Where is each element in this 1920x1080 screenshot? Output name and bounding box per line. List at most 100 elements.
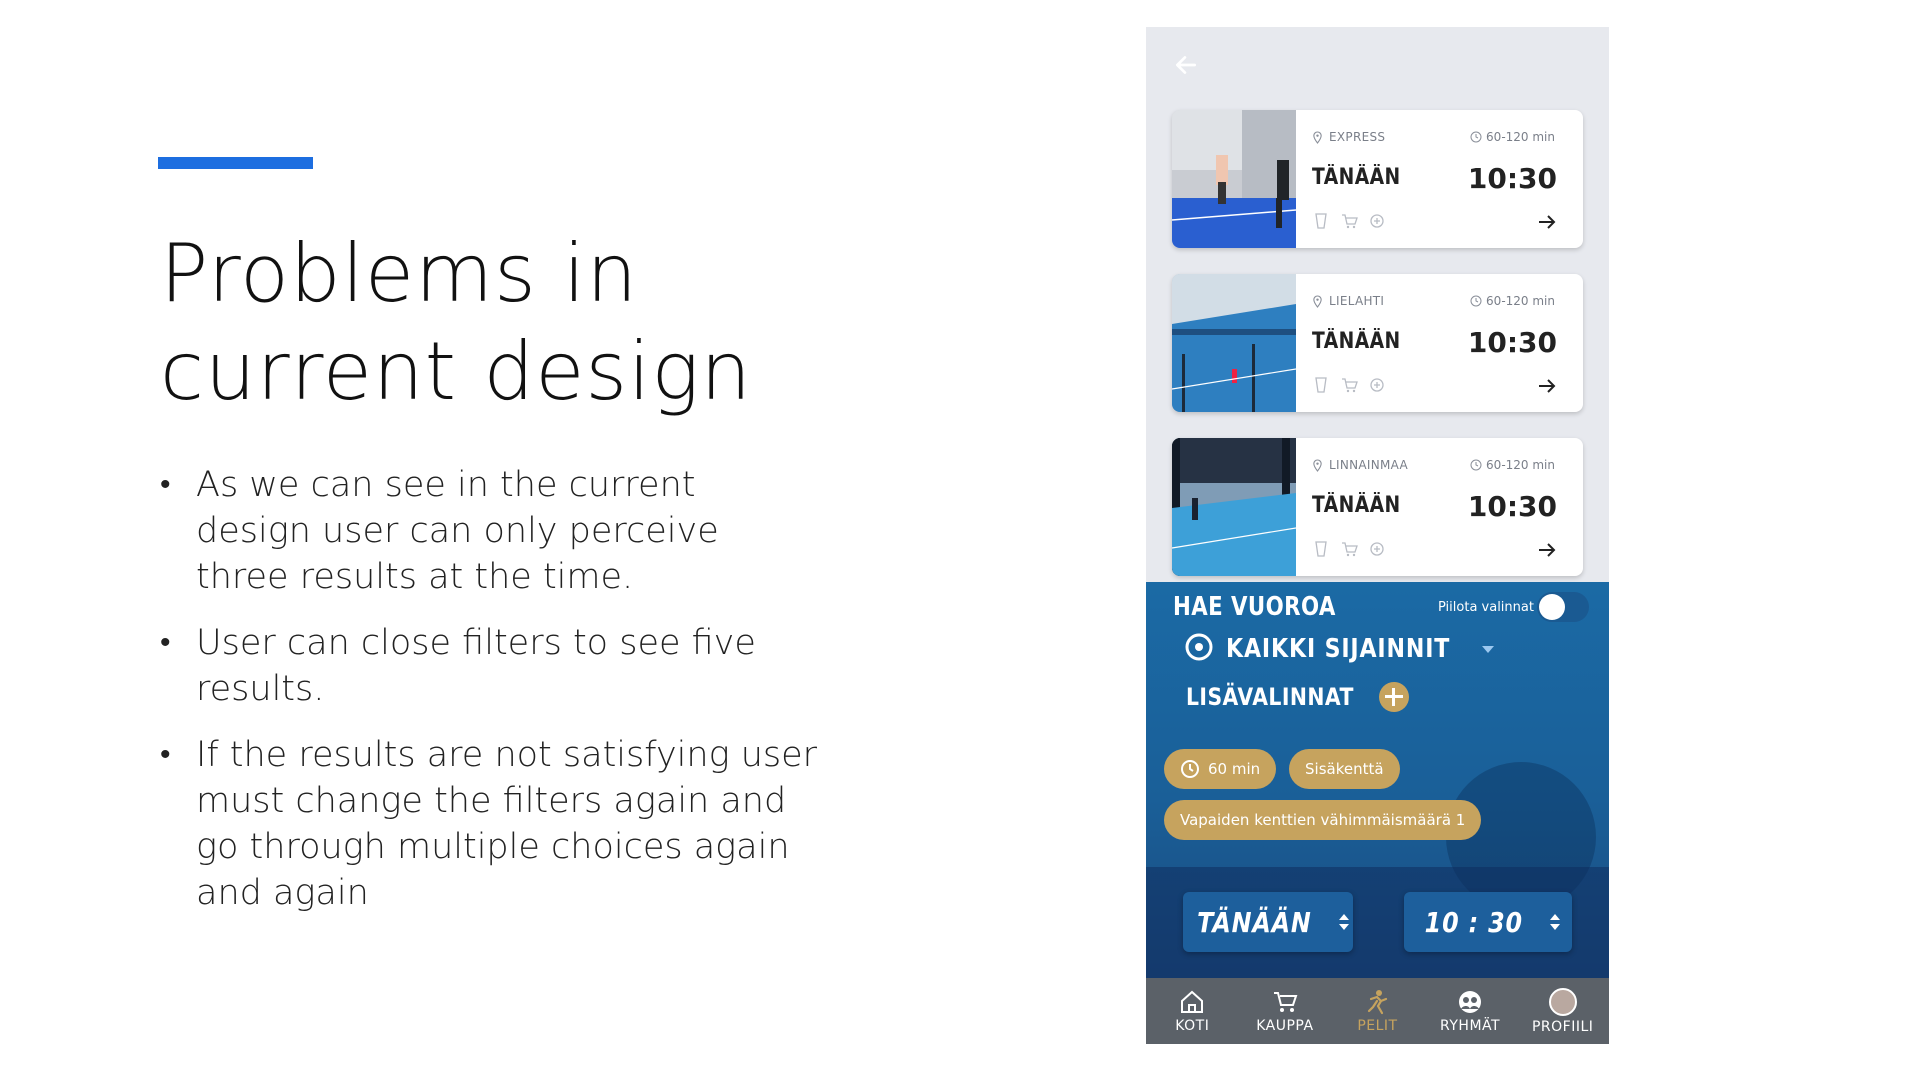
nav-label: KOTI [1175, 1017, 1210, 1034]
arrow-left-icon [1175, 56, 1197, 74]
location-pin-icon [1313, 130, 1322, 144]
court-photo [1172, 274, 1296, 412]
bullet-dot: • [160, 467, 171, 502]
nav-label: PROFIILI [1531, 1018, 1594, 1035]
card-day: TÄNÄÄN [1312, 329, 1401, 354]
chip-indoor[interactable]: Sisäkenttä [1289, 749, 1400, 789]
phone-screenshot: EXPRESS 60-120 min TÄNÄÄN 10:30 LIELAHTI… [1146, 27, 1609, 1044]
drink-icon [1312, 376, 1330, 394]
nav-label: RYHMÄT [1440, 1017, 1501, 1034]
nav-item-profiili[interactable]: PROFIILI [1516, 978, 1609, 1044]
shower-icon [1368, 212, 1386, 230]
clock-icon [1470, 459, 1482, 471]
group-icon [1459, 990, 1482, 1013]
chip-min-courts-label: Vapaiden kenttien vähimmäismäärä 1 [1180, 811, 1466, 829]
chevron-down-icon [1481, 645, 1494, 653]
shower-icon [1368, 540, 1386, 558]
card-duration: 60-120 min [1470, 458, 1555, 472]
chip-indoor-label: Sisäkenttä [1305, 760, 1384, 778]
more-options[interactable]: LISÄVALINNAT [1186, 682, 1410, 712]
amenity-icons [1312, 376, 1386, 394]
amenity-icons [1312, 212, 1386, 230]
nav-label: PELIT [1357, 1017, 1398, 1034]
location-dropdown[interactable]: KAIKKI SIJAINNIT [1184, 632, 1494, 666]
court-photo [1172, 438, 1296, 576]
card-location: EXPRESS [1312, 130, 1385, 144]
clock-icon [1470, 131, 1482, 143]
toggle-knob [1539, 594, 1565, 620]
arrow-right-icon[interactable] [1537, 378, 1557, 394]
card-duration: 60-120 min [1470, 294, 1555, 308]
card-day: TÄNÄÄN [1312, 165, 1401, 190]
accent-bar [158, 157, 313, 169]
result-card[interactable]: LIELAHTI 60-120 min TÄNÄÄN 10:30 [1172, 274, 1583, 412]
bullet-item: • If the results are not satisfying user … [158, 732, 818, 916]
bullet-text: If the results are not satisfying user m… [196, 735, 818, 913]
stepper-arrows-icon [1339, 914, 1350, 930]
card-day: TÄNÄÄN [1312, 493, 1401, 518]
chip-duration[interactable]: 60 min [1164, 749, 1277, 789]
arrow-right-icon[interactable] [1537, 542, 1557, 558]
location-dropdown-value: KAIKKI SIJAINNIT [1226, 634, 1451, 664]
arrow-right-icon[interactable] [1537, 214, 1557, 230]
nav-item-pelit[interactable]: PELIT [1331, 978, 1424, 1044]
bullet-item: • As we can see in the current design use… [158, 462, 818, 600]
card-duration: 60-120 min [1470, 130, 1555, 144]
player-icon [1368, 989, 1388, 1014]
bullet-item: • User can close filters to see five resu… [158, 620, 818, 712]
card-location-label: LIELAHTI [1329, 294, 1385, 308]
nav-label: KAUPPA [1256, 1017, 1314, 1034]
card-location-label: LINNAINMAA [1329, 458, 1409, 472]
location-pin-icon [1313, 458, 1322, 472]
bullet-text: User can close filters to see five resul… [196, 623, 756, 709]
drink-icon [1312, 212, 1330, 230]
hide-filters-toggle[interactable] [1537, 592, 1589, 622]
card-location: LINNAINMAA [1312, 458, 1408, 472]
nav-item-ryhmat[interactable]: RYHMÄT [1424, 978, 1517, 1044]
bullet-text: As we can see in the current design user… [196, 465, 719, 597]
filter-panel: HAE VUOROA Piilota valinnat KAIKKI SIJAI… [1146, 582, 1609, 978]
card-location: LIELAHTI [1312, 294, 1384, 308]
bullet-dot: • [160, 737, 171, 772]
result-card[interactable]: LINNAINMAA 60-120 min TÄNÄÄN 10:30 [1172, 438, 1583, 576]
stepper-arrows-icon [1549, 914, 1560, 930]
date-picker-value: TÄNÄÄN [1196, 905, 1312, 939]
location-pin-icon [1313, 294, 1322, 308]
result-card[interactable]: EXPRESS 60-120 min TÄNÄÄN 10:30 [1172, 110, 1583, 248]
cart-icon [1273, 991, 1298, 1012]
back-button[interactable] [1168, 47, 1204, 83]
slide-title: Problems in current design [160, 225, 960, 421]
shower-icon [1368, 376, 1386, 394]
slide-title-line-2: current design [160, 325, 753, 418]
amenity-icons [1312, 540, 1386, 558]
timer-icon [1181, 760, 1199, 778]
bottom-nav: KOTI KAUPPA PELIT RYHMÄT PROFIILI [1146, 978, 1609, 1044]
bullet-dot: • [160, 625, 171, 660]
date-picker[interactable]: TÄNÄÄN [1183, 892, 1353, 952]
court-photo [1172, 110, 1296, 248]
filter-title: HAE VUOROA [1173, 592, 1336, 622]
nav-item-koti[interactable]: KOTI [1146, 978, 1239, 1044]
hide-filters-label: Piilota valinnat [1438, 600, 1534, 615]
card-time: 10:30 [1467, 162, 1557, 195]
more-options-label: LISÄVALINNAT [1186, 683, 1354, 711]
clock-icon [1470, 295, 1482, 307]
nav-item-kauppa[interactable]: KAUPPA [1239, 978, 1332, 1044]
slide-title-line-1: Problems in [160, 227, 639, 320]
location-pin-icon [1185, 633, 1213, 661]
card-duration-label: 60-120 min [1486, 294, 1555, 308]
plus-icon[interactable] [1379, 682, 1410, 712]
card-location-label: EXPRESS [1329, 130, 1386, 144]
avatar-icon [1548, 987, 1577, 1016]
shop-cart-icon [1340, 376, 1358, 394]
chip-min-courts[interactable]: Vapaiden kenttien vähimmäismäärä 1 [1164, 800, 1482, 840]
chip-duration-label: 60 min [1208, 760, 1261, 778]
card-time: 10:30 [1467, 326, 1557, 359]
time-picker-value: 10 : 30 [1424, 905, 1524, 939]
home-icon [1181, 990, 1204, 1013]
card-time: 10:30 [1467, 490, 1557, 523]
shop-cart-icon [1340, 212, 1358, 230]
time-picker[interactable]: 10 : 30 [1404, 892, 1572, 952]
drink-icon [1312, 540, 1330, 558]
shop-cart-icon [1340, 540, 1358, 558]
